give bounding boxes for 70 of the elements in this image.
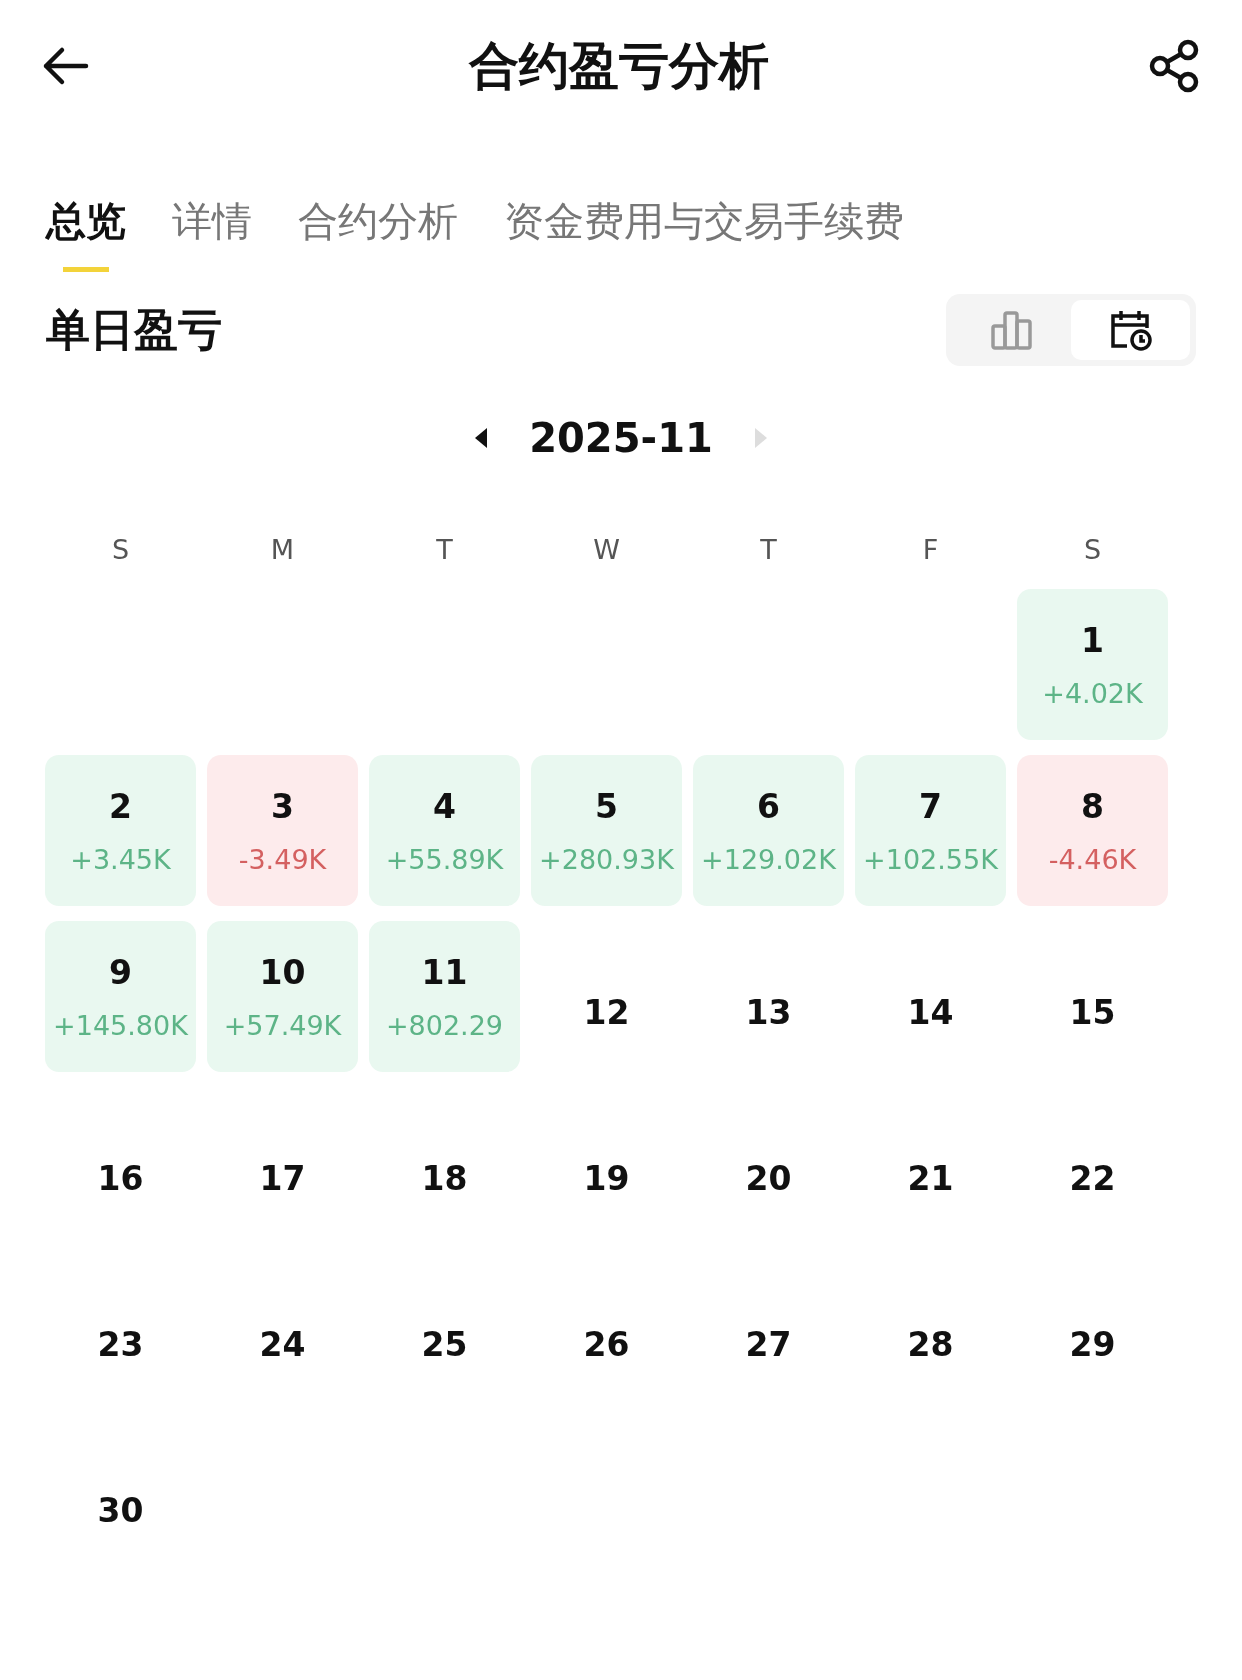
day-number[interactable]: 29 (1069, 1325, 1116, 1364)
page-title: 合约盈亏分析 (469, 35, 769, 97)
tab[interactable]: 合约分析 (298, 194, 458, 272)
day-cell[interactable]: 3 -3.49K (207, 755, 358, 906)
pnl-value: +4.02K (1042, 677, 1143, 709)
day-cell[interactable]: 9 +145.80K (45, 921, 196, 1072)
day-number: 4 (433, 786, 456, 826)
day-number[interactable]: 19 (583, 1159, 630, 1198)
day-cell[interactable]: 11 +802.29 (369, 921, 520, 1072)
weekday-label: T (759, 533, 778, 565)
day-number: 1 (1081, 620, 1104, 660)
day-number[interactable]: 23 (97, 1325, 144, 1364)
day-number: 5 (595, 786, 618, 826)
pnl-value: +145.80K (53, 1009, 188, 1041)
day-cell[interactable]: 8 -4.46K (1017, 755, 1168, 906)
tab[interactable]: 总览 (46, 194, 126, 272)
day-number[interactable]: 12 (583, 993, 630, 1032)
day-number[interactable]: 17 (259, 1159, 306, 1198)
day-cell[interactable]: 10 +57.49K (207, 921, 358, 1072)
day-number[interactable]: 15 (1069, 993, 1116, 1032)
pnl-value: +129.02K (701, 843, 836, 875)
day-number: 8 (1081, 786, 1104, 826)
pnl-value: +802.29 (385, 1009, 504, 1041)
weekday-label: T (435, 533, 454, 565)
day-number[interactable]: 30 (97, 1491, 144, 1530)
day-number[interactable]: 22 (1069, 1159, 1116, 1198)
day-number: 6 (757, 786, 780, 826)
day-number[interactable]: 25 (421, 1325, 468, 1364)
section-title: 单日盈亏 (46, 302, 222, 357)
day-number[interactable]: 16 (97, 1159, 144, 1198)
day-number[interactable]: 24 (259, 1325, 306, 1364)
day-number: 2 (109, 786, 132, 826)
calendar-view-button[interactable] (1071, 300, 1190, 360)
day-cell[interactable]: 6 +129.02K (693, 755, 844, 906)
weekday-label: S (1082, 533, 1103, 565)
pnl-value: -3.49K (238, 843, 327, 875)
day-number: 9 (109, 952, 132, 992)
pnl-value: +55.89K (385, 843, 504, 875)
day-number[interactable]: 26 (583, 1325, 630, 1364)
month-label: 2025-11 (529, 415, 713, 461)
calendar-clock-icon (1108, 308, 1153, 352)
pnl-value: -4.46K (1048, 843, 1137, 875)
day-number[interactable]: 20 (745, 1159, 792, 1198)
previous-month-button[interactable] (473, 427, 490, 449)
day-number[interactable]: 27 (745, 1325, 792, 1364)
day-cell[interactable]: 1 +4.02K (1017, 589, 1168, 740)
day-number[interactable]: 13 (745, 993, 792, 1032)
day-number[interactable]: 18 (421, 1159, 468, 1198)
pnl-value: +102.55K (863, 843, 998, 875)
day-cell[interactable]: 2 +3.45K (45, 755, 196, 906)
bar-chart-icon (990, 310, 1033, 350)
day-number: 11 (421, 952, 468, 992)
weekday-label: W (592, 533, 621, 565)
weekday-label: S (110, 533, 131, 565)
pnl-value: +57.49K (223, 1009, 342, 1041)
weekday-label: M (269, 533, 296, 565)
day-number: 3 (271, 786, 294, 826)
day-cell[interactable]: 5 +280.93K (531, 755, 682, 906)
day-number[interactable]: 14 (907, 993, 954, 1032)
pnl-value: +3.45K (70, 843, 171, 875)
day-cell[interactable]: 7 +102.55K (855, 755, 1006, 906)
day-number[interactable]: 28 (907, 1325, 954, 1364)
tab[interactable]: 详情 (172, 194, 252, 272)
day-number: 7 (919, 786, 942, 826)
tab[interactable]: 资金费用与交易手续费 (504, 194, 904, 272)
day-number: 10 (259, 952, 306, 992)
pnl-value: +280.93K (539, 843, 674, 875)
weekday-label: F (921, 533, 940, 565)
day-cell[interactable]: 4 +55.89K (369, 755, 520, 906)
day-number[interactable]: 21 (907, 1159, 954, 1198)
